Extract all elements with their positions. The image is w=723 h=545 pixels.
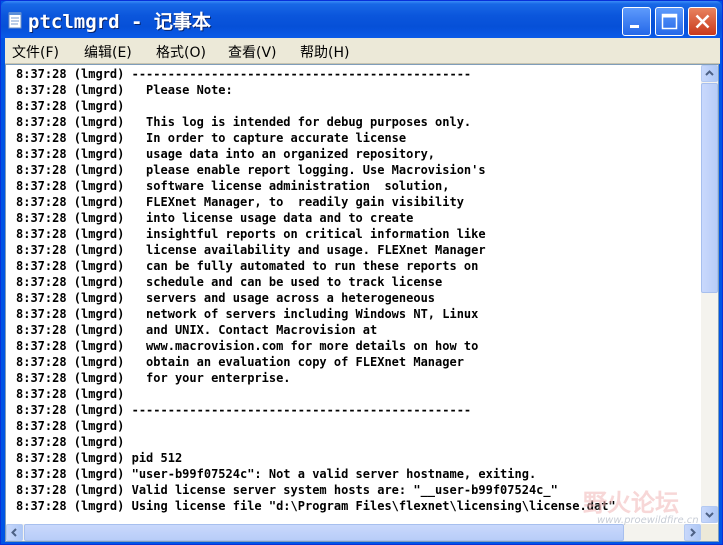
text-line: 8:37:28 (lmgrd) ------------------------… [16, 403, 472, 417]
text-line: 8:37:28 (lmgrd) license availability and… [16, 243, 486, 257]
title-bar[interactable]: ptclmgrd - 记事本 [1, 1, 722, 38]
menu-edit[interactable]: 编辑(E) [84, 42, 132, 62]
text-line: 8:37:28 (lmgrd) ------------------------… [16, 67, 472, 81]
text-line: 8:37:28 (lmgrd) for your enterprise. [16, 371, 291, 385]
horizontal-scroll-thumb[interactable] [24, 524, 624, 541]
text-line: 8:37:28 (lmgrd) usage data into an organ… [16, 147, 436, 161]
text-line: 8:37:28 (lmgrd) FLEXnet Manager, to read… [16, 195, 464, 209]
vertical-scroll-thumb[interactable] [701, 83, 718, 293]
text-line: 8:37:28 (lmgrd) [16, 99, 125, 113]
text-content[interactable]: 8:37:28 (lmgrd) ------------------------… [16, 66, 696, 514]
vertical-scrollbar[interactable] [701, 65, 718, 523]
text-editor[interactable]: 8:37:28 (lmgrd) ------------------------… [5, 64, 719, 542]
text-line: 8:37:28 (lmgrd) servers and usage across… [16, 291, 436, 305]
maximize-icon [661, 13, 678, 30]
chevron-up-icon [705, 70, 714, 76]
minimize-icon [630, 25, 639, 28]
text-line: 8:37:28 (lmgrd) [16, 387, 125, 401]
maximize-button[interactable] [655, 7, 684, 36]
notepad-icon [8, 12, 22, 29]
text-line: 8:37:28 (lmgrd) "user-b99f07524c": Not a… [16, 467, 537, 481]
text-line: 8:37:28 (lmgrd) into license usage data … [16, 211, 414, 225]
minimize-button[interactable] [622, 7, 651, 36]
watermark-url: www.proewildfire.cn [597, 515, 699, 526]
menu-file[interactable]: 文件(F) [12, 42, 59, 62]
text-line: 8:37:28 (lmgrd) This log is intended for… [16, 115, 472, 129]
menu-view[interactable]: 查看(V) [228, 42, 277, 62]
text-line: 8:37:28 (lmgrd) software license adminis… [16, 179, 450, 193]
menu-help[interactable]: 帮助(H) [300, 42, 349, 62]
scroll-up-button[interactable] [701, 65, 718, 82]
text-line: 8:37:28 (lmgrd) www.macrovision.com for … [16, 339, 479, 353]
menu-format[interactable]: 格式(O) [156, 42, 206, 62]
text-line: 8:37:28 (lmgrd) please enable report log… [16, 163, 486, 177]
text-line: 8:37:28 (lmgrd) In order to capture accu… [16, 131, 407, 145]
text-line: 8:37:28 (lmgrd) schedule and can be used… [16, 275, 443, 289]
text-line: 8:37:28 (lmgrd) and UNIX. Contact Macrov… [16, 323, 378, 337]
notepad-window: ptclmgrd - 记事本 文件(F) 编辑(E) 格式(O) 查看(V) 帮… [0, 0, 723, 545]
forum-watermark: 野火论坛 www.proewildfire.cn [583, 483, 713, 531]
close-icon [695, 14, 710, 29]
text-line: 8:37:28 (lmgrd) obtain an evaluation cop… [16, 355, 464, 369]
text-line: 8:37:28 (lmgrd) [16, 419, 125, 433]
text-line: 8:37:28 (lmgrd) insightful reports on cr… [16, 227, 486, 241]
text-line: 8:37:28 (lmgrd) pid 512 [16, 451, 183, 465]
scroll-left-button[interactable] [6, 524, 23, 541]
chevron-left-icon [11, 528, 17, 537]
text-line: 8:37:28 (lmgrd) can be fully automated t… [16, 259, 479, 273]
window-title: ptclmgrd - 记事本 [28, 11, 211, 33]
menu-bar: 文件(F) 编辑(E) 格式(O) 查看(V) 帮助(H) [5, 38, 720, 64]
text-line: 8:37:28 (lmgrd) Please Note: [16, 83, 233, 97]
watermark-text: 野火论坛 [583, 489, 679, 517]
text-line: 8:37:28 (lmgrd) [16, 435, 125, 449]
close-button[interactable] [688, 7, 717, 36]
text-line: 8:37:28 (lmgrd) network of servers inclu… [16, 307, 479, 321]
